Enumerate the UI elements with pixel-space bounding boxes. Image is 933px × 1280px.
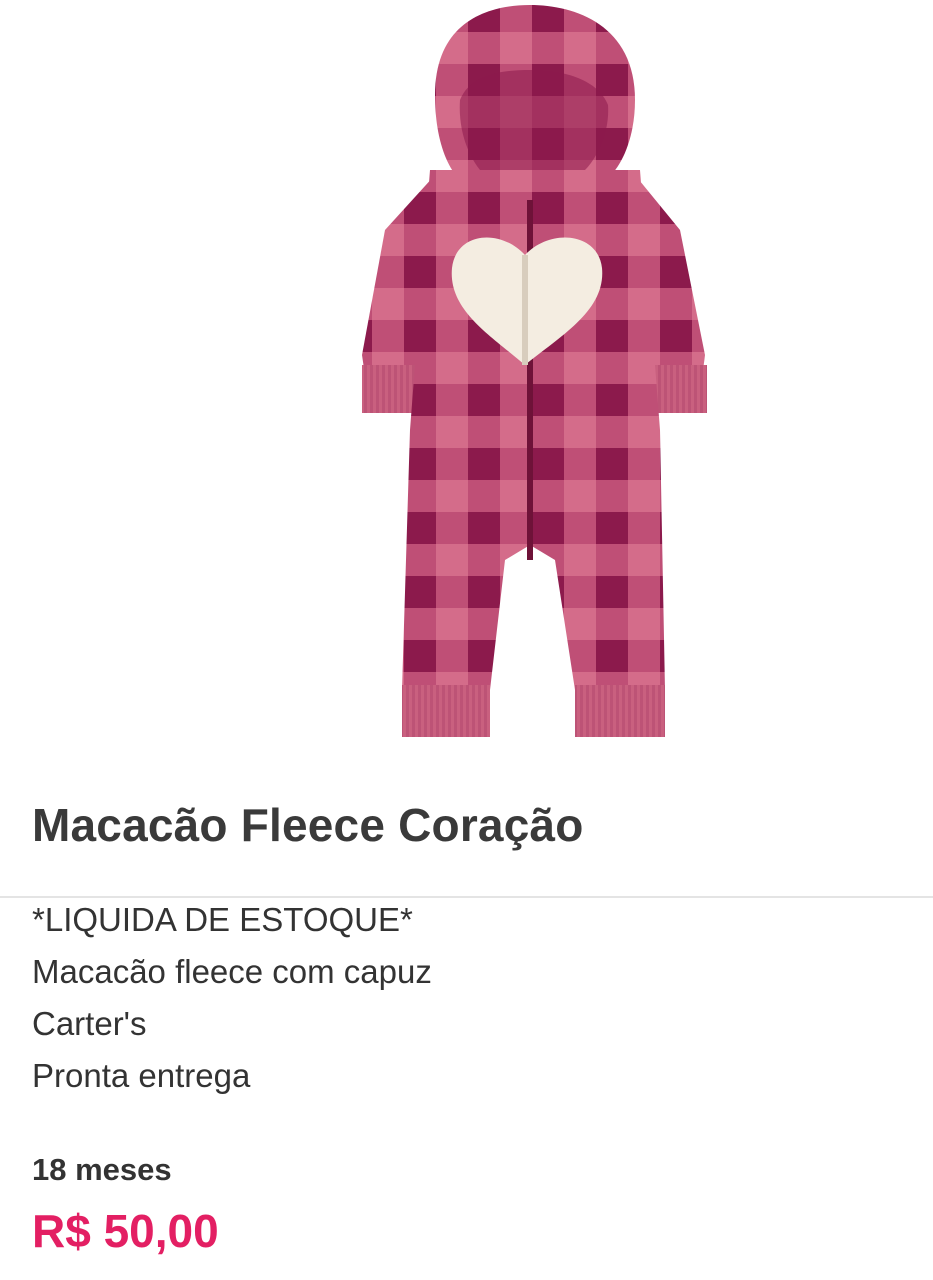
description-line: Macacão fleece com capuz	[32, 953, 432, 990]
description-line: Pronta entrega	[32, 1057, 251, 1094]
description-line: *LIQUIDA DE ESTOQUE*	[32, 901, 413, 938]
product-title: Macacão Fleece Coração	[32, 799, 584, 851]
product-image[interactable]	[340, 0, 730, 750]
product-description: *LIQUIDA DE ESTOQUE* Macacão fleece com …	[32, 894, 432, 1102]
description-line: Carter's	[32, 1005, 147, 1042]
product-price: R$ 50,00	[32, 1205, 219, 1257]
product-size: 18 meses	[32, 1152, 172, 1187]
